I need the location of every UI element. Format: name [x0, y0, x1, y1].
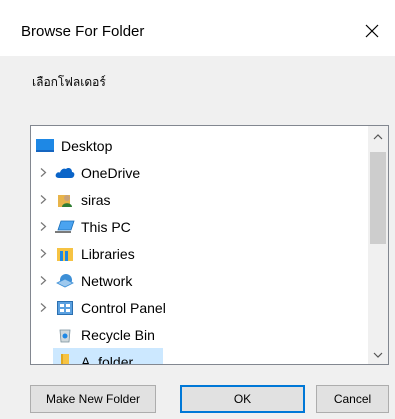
desktop-icon — [35, 137, 55, 155]
chevron-right-icon[interactable] — [35, 273, 51, 289]
chevron-right-icon[interactable] — [35, 300, 51, 316]
tree-item-onedrive[interactable]: OneDrive — [31, 159, 366, 186]
tree-item-label: Recycle Bin — [81, 326, 155, 343]
tree-item-label: OneDrive — [81, 164, 141, 181]
libraries-icon — [55, 245, 75, 263]
scrollbar-thumb[interactable] — [370, 152, 386, 244]
tree-item-label: This PC — [81, 218, 131, 235]
tree-item-control-panel[interactable]: Control Panel — [31, 294, 366, 321]
chevron-down-icon — [373, 352, 383, 358]
title-bar: Browse For Folder — [0, 0, 395, 56]
cancel-button[interactable]: Cancel — [316, 385, 389, 413]
tree-item-desktop[interactable]: Desktop — [31, 132, 366, 159]
tree-item-this-pc[interactable]: This PC — [31, 213, 366, 240]
tree-item-recycle-bin[interactable]: Recycle Bin — [31, 321, 366, 348]
chevron-right-icon[interactable] — [35, 192, 51, 208]
recycle-bin-icon — [55, 326, 75, 344]
instruction-text: เลือกโฟลเดอร์ — [32, 75, 106, 89]
chevron-right-icon[interactable] — [35, 219, 51, 235]
chevron-up-icon — [373, 134, 383, 140]
scroll-down-button[interactable] — [368, 346, 388, 364]
vertical-scrollbar[interactable] — [368, 126, 388, 364]
tree-item-label: A_folder — [81, 353, 134, 365]
chevron-right-icon[interactable] — [35, 246, 51, 262]
tree-item-libraries[interactable]: Libraries — [31, 240, 366, 267]
close-icon — [365, 24, 379, 38]
ok-button[interactable]: OK — [180, 385, 305, 413]
network-icon — [55, 272, 75, 290]
make-new-folder-button[interactable]: Make New Folder — [30, 385, 156, 413]
scroll-up-button[interactable] — [368, 128, 388, 146]
tree-item-siras[interactable]: siras — [31, 186, 366, 213]
control-panel-icon — [55, 299, 75, 317]
this-pc-icon — [55, 218, 75, 236]
folder-tree[interactable]: Desktop OneDrive siras This PC Libraries… — [30, 125, 389, 365]
dialog-title: Browse For Folder — [21, 23, 145, 40]
tree-item-a-folder[interactable]: A_folder — [31, 348, 366, 365]
browse-for-folder-dialog: Browse For Folder เลือกโฟลเดอร์ Desktop — [0, 0, 395, 419]
onedrive-cloud-icon — [55, 164, 75, 182]
user-folder-icon — [55, 191, 75, 209]
tree-item-label: siras — [81, 191, 111, 208]
tree-item-label: Network — [81, 272, 133, 289]
tree-item-label: Libraries — [81, 245, 135, 262]
tree-item-network[interactable]: Network — [31, 267, 366, 294]
tree-item-label: Desktop — [61, 137, 113, 154]
folder-tree-list: Desktop OneDrive siras This PC Libraries… — [31, 132, 366, 365]
folder-icon — [55, 353, 75, 364]
chevron-right-icon[interactable] — [35, 165, 51, 181]
close-button[interactable] — [349, 12, 395, 50]
tree-item-label: Control Panel — [81, 299, 166, 316]
